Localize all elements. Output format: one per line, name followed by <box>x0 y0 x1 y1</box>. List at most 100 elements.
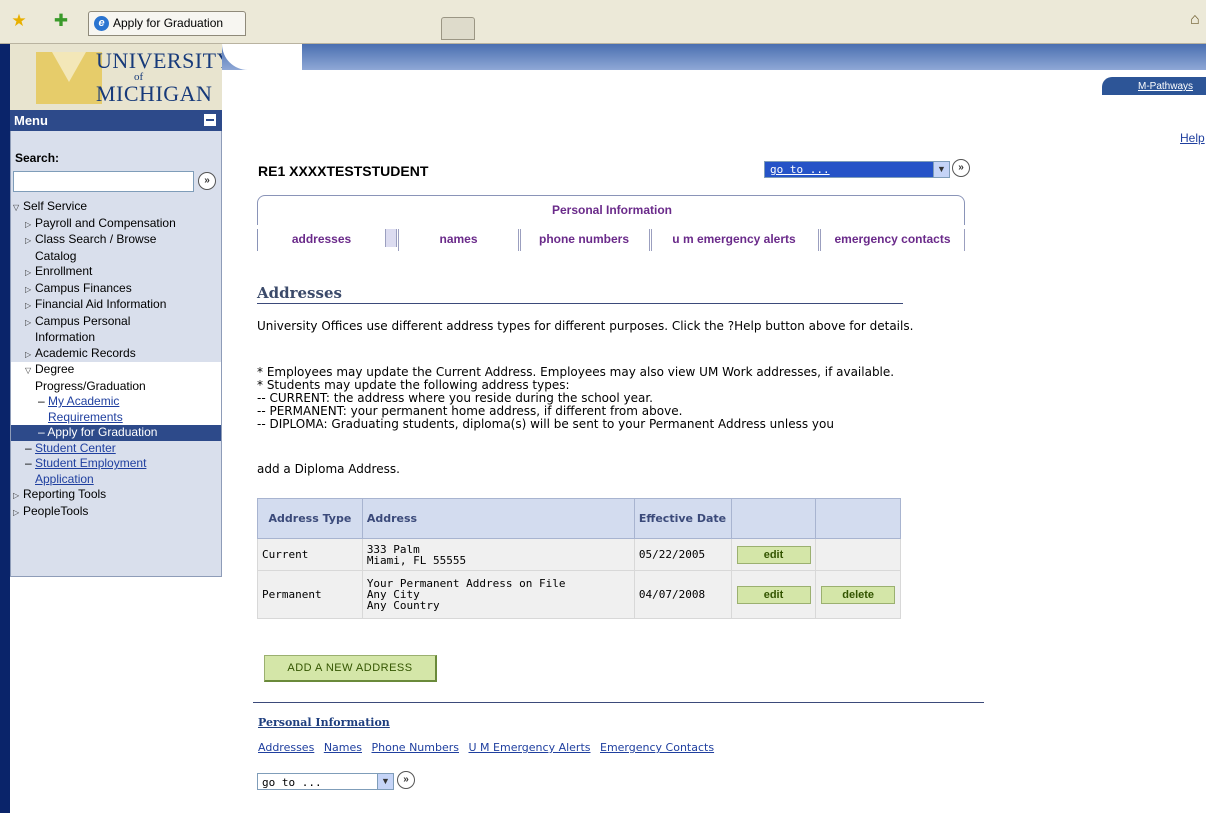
goto-go-icon[interactable]: » <box>397 771 415 789</box>
tab-addresses[interactable]: addresses <box>257 229 385 251</box>
menu-item-apply-for-graduation[interactable]: – Apply for Graduation <box>11 425 221 441</box>
favorites-star-icon[interactable]: ★ <box>10 12 28 30</box>
link-names[interactable]: Names <box>324 741 362 754</box>
edit-button[interactable]: edit <box>736 545 811 564</box>
menu-item-label-cont: Information <box>35 330 96 344</box>
bottom-section-title[interactable]: Personal Information <box>258 716 390 729</box>
menu-item-link[interactable]: My Academic <box>48 394 119 408</box>
triangle-right-icon: ▷ <box>25 219 32 229</box>
intro-paragraph: University Offices use different address… <box>257 319 914 333</box>
instruction-tail: add a Diploma Address. <box>257 462 400 476</box>
address-line: Any Country <box>366 599 440 612</box>
link-um-emergency-alerts[interactable]: U M Emergency Alerts <box>469 741 591 754</box>
instruction-line: -- DIPLOMA: Graduating students, diploma… <box>257 417 834 431</box>
link-phone-numbers[interactable]: Phone Numbers <box>372 741 460 754</box>
triangle-right-icon: ▷ <box>25 268 32 277</box>
table-row: Permanent Your Permanent Address on File… <box>257 570 901 619</box>
cell-address: Your Permanent Address on File Any City … <box>361 570 635 619</box>
menu-item-link-cont[interactable]: Requirements <box>48 410 123 424</box>
collapse-icon[interactable] <box>204 114 216 126</box>
menu-item-my-academic-requirements[interactable]: – My Academic Requirements <box>11 394 221 425</box>
cell-delete <box>815 538 901 571</box>
chevron-down-icon[interactable]: ▼ <box>933 162 949 177</box>
section-title: Addresses <box>257 284 342 302</box>
browser-tab-active[interactable]: e Apply for Graduation <box>88 11 246 36</box>
menu-item-label: Payroll and Compensation <box>35 215 176 230</box>
menu-item-enrollment[interactable]: ▷ Enrollment <box>11 264 221 281</box>
degree-submenu: ▽ Degree Progress/Graduation – My Academic… <box>11 362 221 441</box>
menu-item-label: Financial Aid Information <box>35 297 167 311</box>
triangle-right-icon: ▷ <box>25 317 32 327</box>
help-link[interactable]: Help <box>1180 131 1205 145</box>
address-line: Miami, FL 55555 <box>366 553 467 567</box>
goto-select-value: go to ... <box>262 776 322 789</box>
col-header-edit <box>730 498 817 539</box>
menu-item-link[interactable]: Student Center <box>35 441 116 455</box>
tab-phone-numbers[interactable]: phone numbers <box>518 229 647 251</box>
triangle-right-icon: ▷ <box>25 236 32 245</box>
header-banner <box>222 44 1206 70</box>
cell-edit: edit <box>730 538 817 571</box>
m-pathways-link[interactable]: M-Pathways <box>1102 77 1206 95</box>
search-input[interactable] <box>13 171 194 192</box>
triangle-right-icon: ▷ <box>25 301 32 310</box>
triangle-right-icon: ▷ <box>13 491 20 500</box>
menu-item-label: Reporting Tools <box>23 487 107 501</box>
menu-item-label: Campus Personal <box>35 313 131 328</box>
cell-delete: delete <box>815 570 901 619</box>
menu-item-campus-personal[interactable]: ▷ Campus Personal Information <box>11 314 221 346</box>
link-addresses[interactable]: Addresses <box>258 741 314 754</box>
tab-label: names <box>439 232 478 246</box>
triangle-right-icon: ▷ <box>25 349 32 359</box>
menu-header: Menu <box>10 110 222 131</box>
menu-item-link-cont[interactable]: Application <box>35 472 94 486</box>
tab-names[interactable]: names <box>398 229 518 251</box>
triangle-right-icon: ▷ <box>25 284 32 294</box>
col-header-type: Address Type <box>257 498 363 539</box>
menu-item-financial-aid[interactable]: ▷ Financial Aid Information <box>11 297 221 314</box>
menu-item-student-center[interactable]: – Student Center <box>11 441 221 457</box>
block-m-icon <box>36 52 102 104</box>
tab-um-emergency-alerts[interactable]: u m emergency alerts <box>649 229 816 251</box>
menu-item-payroll[interactable]: ▷ Payroll and Compensation <box>11 216 221 233</box>
menu-item-student-employment[interactable]: – Student Employment Application <box>11 456 221 487</box>
tab-emergency-contacts[interactable]: emergency contacts <box>818 229 965 251</box>
menu-item-label: Self Service <box>23 199 88 213</box>
section-divider <box>257 303 903 304</box>
student-name: RE1 XXXXTESTSTUDENT <box>258 163 429 179</box>
menu-item-self-service[interactable]: ▽ Self Service <box>11 199 221 216</box>
browser-toolbar: ★ ✚ e Apply for Graduation ⌂ <box>0 0 1206 44</box>
menu-item-class-search[interactable]: ▷ Class Search / Browse Catalog <box>11 232 221 264</box>
add-new-address-button[interactable]: ADD A NEW ADDRESS <box>264 655 437 682</box>
tab-label: addresses <box>291 232 352 246</box>
menu-item-academic-records[interactable]: ▷ Academic Records <box>11 346 221 363</box>
delete-button[interactable]: delete <box>821 585 896 604</box>
cell-type: Current <box>257 538 363 571</box>
menu-item-link[interactable]: Student Employment <box>35 456 146 470</box>
goto-select-top[interactable]: go to ... ▼ <box>764 161 950 178</box>
menu-item-label: Class Search / Browse <box>35 232 157 246</box>
cell-edit: edit <box>730 570 817 619</box>
menu-item-campus-finances[interactable]: ▷ Campus Finances <box>11 281 221 298</box>
add-favorite-icon[interactable]: ✚ <box>52 12 70 30</box>
menu-item-label: PeopleTools <box>23 503 89 518</box>
menu-item-label: Academic Records <box>35 345 136 360</box>
logo-text: UNIVERSITY of MICHIGAN <box>96 50 233 105</box>
new-tab-button[interactable] <box>441 17 475 40</box>
menu-item-degree-progress[interactable]: ▽ Degree Progress/Graduation <box>11 362 221 394</box>
menu-item-reporting-tools[interactable]: ▷ Reporting Tools <box>11 487 221 504</box>
address-table: Address Type Address Effective Date Curr… <box>257 498 901 619</box>
home-icon[interactable]: ⌂ <box>1190 11 1206 31</box>
edit-button[interactable]: edit <box>736 585 811 604</box>
menu-item-peopletools[interactable]: ▷ PeopleTools <box>11 504 221 521</box>
goto-go-icon[interactable]: » <box>952 159 970 177</box>
search-go-icon[interactable]: » <box>198 172 216 190</box>
link-emergency-contacts[interactable]: Emergency Contacts <box>600 741 714 754</box>
table-header-row: Address Type Address Effective Date <box>257 498 901 539</box>
tab-label: emergency contacts <box>834 232 951 246</box>
goto-select-bottom[interactable]: go to ... ▼ <box>257 773 394 790</box>
col-header-delete <box>815 498 901 539</box>
col-header-date: Effective Date <box>633 498 732 539</box>
chevron-down-icon[interactable]: ▼ <box>377 774 393 789</box>
tab-separator <box>385 229 397 247</box>
